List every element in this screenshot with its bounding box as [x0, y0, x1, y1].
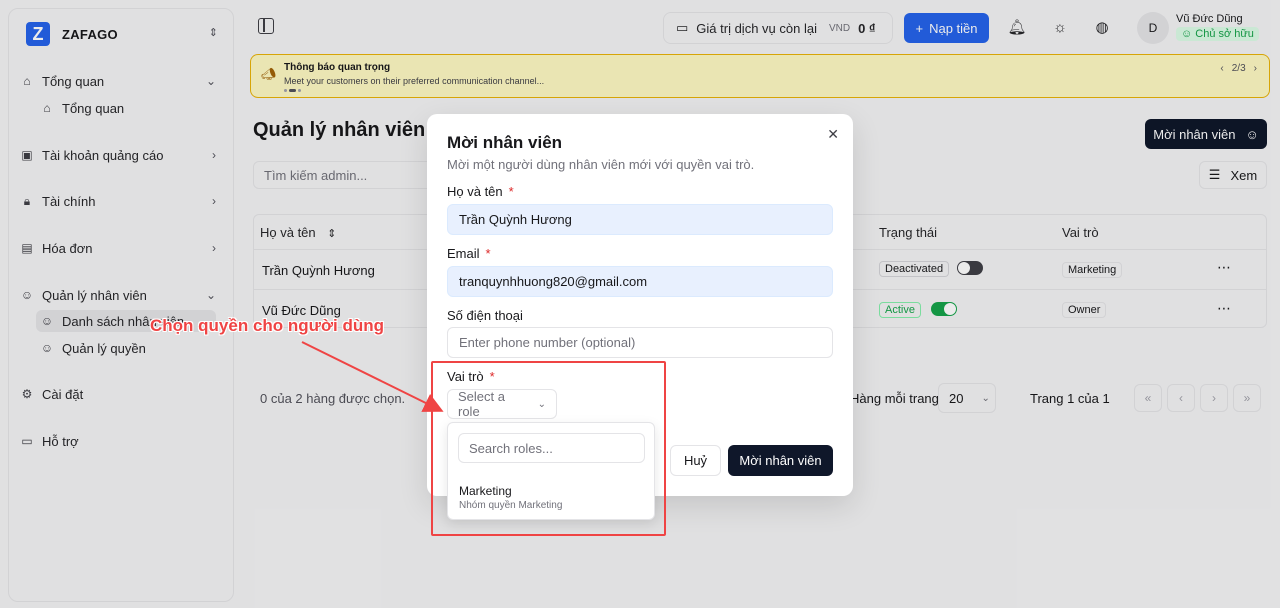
- name-label: Họ và tên *: [447, 184, 514, 199]
- email-field[interactable]: tranquynhhuong820@gmail.com: [447, 266, 833, 297]
- dialog-title: Mời nhân viên: [447, 133, 563, 152]
- name-field[interactable]: Trần Quỳnh Hương: [447, 204, 833, 235]
- phone-label: Số điện thoại: [447, 308, 523, 323]
- phone-field[interactable]: Enter phone number (optional): [447, 327, 833, 358]
- cancel-button[interactable]: Huỷ: [670, 445, 721, 476]
- annotation-highlight-box: [431, 361, 666, 536]
- submit-invite-button[interactable]: Mời nhân viên: [728, 445, 833, 476]
- annotation-text: Chọn quyền cho người dùng: [150, 316, 385, 335]
- close-icon[interactable]: ✕: [827, 126, 839, 143]
- email-label: Email *: [447, 246, 491, 261]
- dialog-description: Mời một người dùng nhân viên mới với quy…: [447, 157, 755, 172]
